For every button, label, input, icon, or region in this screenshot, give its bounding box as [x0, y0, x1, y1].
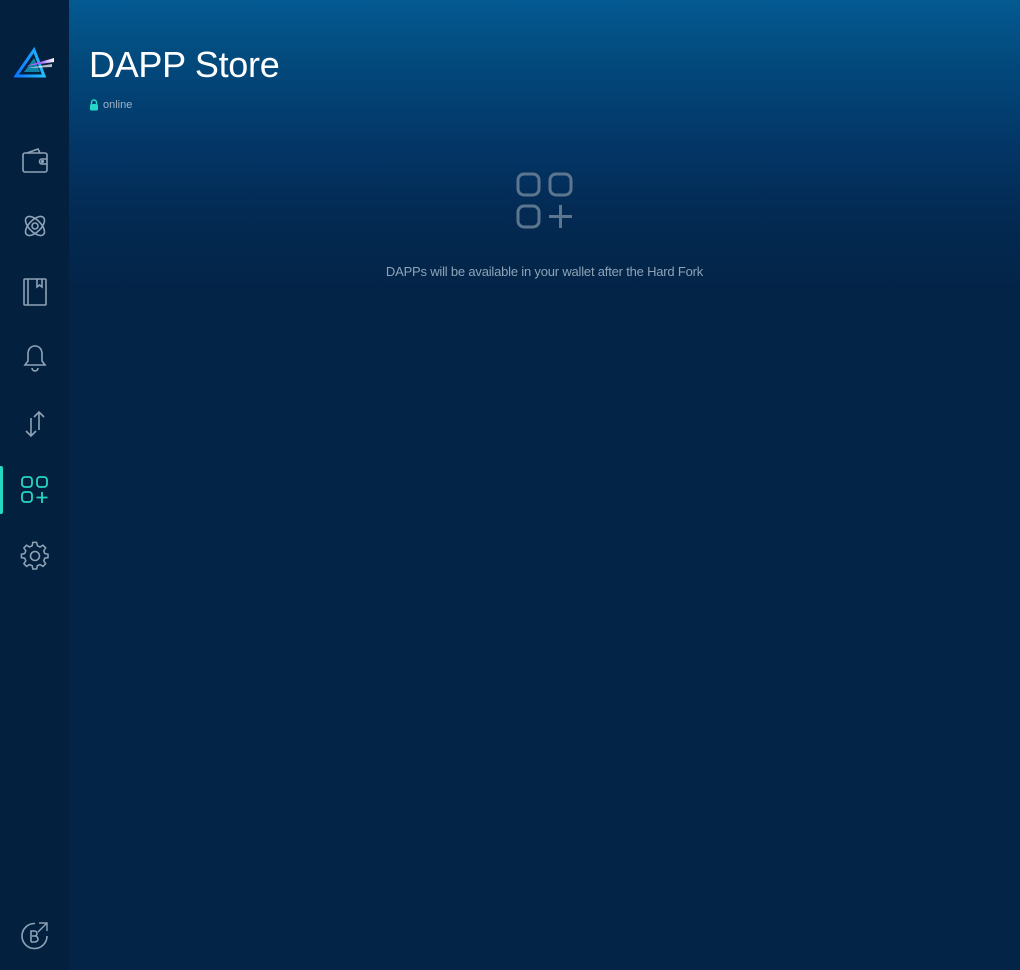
beam-explorer-external-icon [20, 922, 48, 950]
sidebar-item-address-book[interactable] [0, 267, 69, 317]
main-content: DAPP Store online DAPPs will be availabl… [69, 0, 1020, 970]
sidebar-item-notifications[interactable] [0, 333, 69, 383]
status-text: online [103, 99, 133, 111]
beam-logo-icon[interactable] [13, 46, 54, 82]
sidebar-item-dapp-store[interactable] [0, 465, 69, 515]
connection-status: online [89, 99, 132, 111]
sidebar-item-wallet[interactable] [0, 135, 69, 185]
gear-icon [20, 541, 49, 570]
empty-state-message: DAPPs will be available in your wallet a… [385, 264, 704, 279]
bell-icon [22, 345, 47, 372]
sidebar [0, 0, 69, 970]
address-book-icon [22, 278, 47, 306]
apps-plus-icon [516, 172, 572, 229]
app-window: DAPP Store online DAPPs will be availabl… [0, 0, 1020, 970]
page-title: DAPP Store [89, 44, 280, 85]
atom-icon [24, 215, 45, 237]
wallet-icon [21, 148, 48, 173]
sidebar-item-settings[interactable] [0, 531, 69, 581]
sidebar-item-atomic-swaps[interactable] [0, 201, 69, 251]
empty-state: DAPPs will be available in your wallet a… [69, 172, 1020, 279]
apps-plus-icon [20, 476, 48, 503]
sidebar-item-explorer[interactable] [0, 911, 69, 961]
sidebar-item-transactions[interactable] [0, 399, 69, 449]
arrows-up-down-icon [24, 410, 45, 438]
lock-icon [90, 99, 98, 111]
